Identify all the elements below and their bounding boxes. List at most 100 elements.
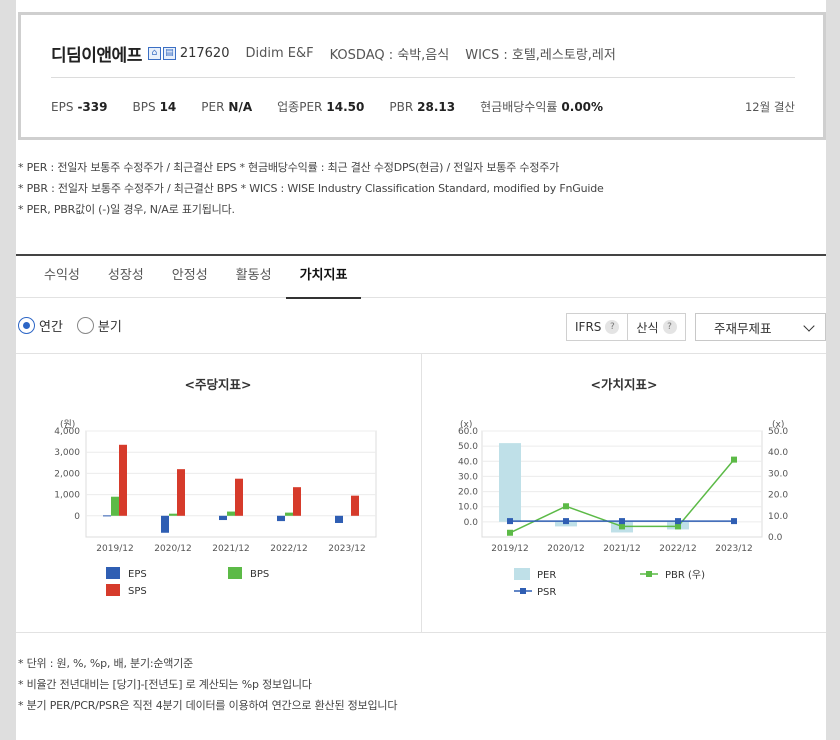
legend-label: PBR (우) [665, 569, 705, 581]
bar-bps [285, 512, 293, 516]
point-psr [675, 518, 681, 525]
point-pbr [731, 456, 737, 463]
header-divider [51, 77, 795, 78]
definition-notes: * PER : 전일자 보통주 수정주가 / 최근결산 EPS * 현금배당수익… [18, 157, 604, 220]
x-tick-label: 2022/12 [659, 544, 696, 554]
company-wics: WICS : 호텔,레스토랑,레저 [465, 48, 616, 63]
point-pbr [619, 523, 625, 530]
y-axis-unit: (원) [60, 419, 75, 430]
legend-swatch [646, 571, 652, 577]
unit-notes: * 단위 : 원, %, %p, 배, 분기:순액기준 * 비율간 전년대비는 … [18, 653, 397, 716]
metric-pbr: PBR 28.13 [389, 99, 456, 114]
help-icon[interactable]: ? [662, 320, 677, 334]
bar-sps [351, 495, 359, 516]
radio-quarter-label: 분기 [97, 320, 122, 335]
bar-eps [103, 515, 111, 517]
y-tick-label: 1,000 [54, 491, 80, 501]
bar-sps [177, 469, 185, 516]
y-axis-unit-right: (x) [772, 420, 784, 430]
x-tick-label: 2020/12 [547, 544, 584, 554]
metric-eps: EPS -339 [51, 99, 108, 114]
note-line: * 비율간 전년대비는 [당기]-[전년도] 로 계산되는 %p 정보입니다 [18, 678, 312, 691]
x-tick-label: 2020/12 [154, 544, 191, 554]
legend-swatch [106, 567, 120, 579]
metric-per: PER N/A [201, 99, 253, 114]
note-line: * PER : 전일자 보통주 수정주가 / 최근결산 EPS * 현금배당수익… [18, 161, 560, 174]
company-code: 217620 [179, 46, 230, 61]
home-icon[interactable]: ⌂ [147, 47, 161, 60]
point-psr [619, 518, 625, 525]
point-psr [563, 518, 569, 525]
radio-annual[interactable]: 연간 [18, 316, 63, 335]
y-tick-label-left: 0.0 [464, 518, 479, 528]
note-line: * PBR : 전일자 보통주 수정주가 / 최근결산 BPS * WICS :… [18, 182, 604, 195]
metric-bps: BPS 14 [132, 99, 177, 114]
company-header: 디딤이앤에프 ⌂ ▤ 217620 Didim E&F KOSDAQ : 숙박,… [18, 12, 826, 140]
legend-label: PER [537, 570, 556, 581]
company-icons: ⌂ ▤ [147, 47, 176, 60]
y-tick-label-right: 0.0 [768, 533, 783, 543]
company-name: 디딤이앤에프 [51, 46, 142, 66]
bar-eps [277, 515, 285, 522]
bar-bps [111, 496, 119, 516]
ifrs-option[interactable]: IFRS ? [567, 314, 627, 340]
y-tick-label: 2,000 [54, 469, 80, 479]
x-tick-label: 2019/12 [491, 544, 528, 554]
legend-label: SPS [128, 586, 147, 597]
ifrs-label: IFRS [575, 320, 602, 334]
chevron-down-icon [803, 320, 815, 332]
y-tick-label-left: 50.0 [458, 442, 478, 452]
y-tick-label-left: 10.0 [458, 503, 478, 513]
tab-activity[interactable]: 활동성 [222, 256, 286, 297]
y-tick-label: 0 [74, 512, 80, 522]
legend-label: PSR [537, 587, 556, 598]
valuation-chart: 60.050.040.030.020.010.00.050.040.030.02… [458, 420, 788, 598]
y-tick-label-left: 20.0 [458, 488, 478, 498]
tab-valuation[interactable]: 가치지표 [285, 256, 362, 299]
radio-quarter[interactable]: 분기 [76, 316, 122, 335]
statement-select-value: 주재무제표 [714, 320, 772, 336]
bar-eps [335, 515, 343, 523]
report-icon[interactable]: ▤ [162, 47, 176, 60]
legend-swatch [228, 567, 242, 579]
y-tick-label-right: 40.0 [768, 448, 788, 458]
bar-bps [169, 513, 177, 516]
formula-option[interactable]: 산식 ? [627, 314, 684, 340]
bar-sps [235, 478, 243, 516]
radio-quarter-circle[interactable] [76, 317, 94, 334]
company-english-name: Didim E&F [245, 46, 314, 61]
options-box: IFRS ? 산식 ? [566, 313, 686, 341]
help-icon[interactable]: ? [605, 320, 620, 334]
x-tick-label: 2023/12 [715, 544, 752, 554]
tab-growth[interactable]: 성장성 [94, 256, 158, 297]
charts-area: <주당지표> <가치지표> 4,000 3,000 2,000 1,000 0 (원) 20… [16, 353, 826, 633]
y-tick-label-right: 20.0 [768, 491, 788, 501]
legend-label: BPS [250, 569, 269, 580]
bar-sps [119, 444, 127, 516]
per-share-chart: 4,0003,0002,0001,0000(원)2019/12 2020/12 20… [54, 419, 377, 597]
radio-annual-circle[interactable] [18, 317, 35, 334]
point-pbr [507, 529, 513, 536]
bar-sps [293, 487, 301, 516]
note-line: * 단위 : 원, %, %p, 배, 분기:순액기준 [18, 657, 194, 670]
y-tick-label-right: 10.0 [768, 512, 788, 522]
x-tick-label: 2019/12 [96, 544, 133, 554]
tab-profitability[interactable]: 수익성 [30, 256, 94, 297]
x-tick-label: 2023/12 [328, 544, 365, 554]
legend-swatch [514, 568, 530, 580]
x-tick-label: 2021/12 [212, 544, 249, 554]
bar-eps [161, 515, 169, 533]
bar-eps [219, 515, 227, 521]
tab-stability[interactable]: 안정성 [158, 256, 222, 297]
legend-swatch [106, 584, 120, 596]
point-psr [731, 518, 737, 525]
y-axis-unit-left: (x) [460, 420, 472, 430]
company-row: 디딤이앤에프 ⌂ ▤ 217620 Didim E&F KOSDAQ : 숙박,… [51, 41, 616, 66]
statement-select[interactable]: 주재무제표 [695, 313, 826, 341]
metrics-row: EPS -339 BPS 14 PER N/A 업종PER 14.50 PBR 28.13… [51, 98, 795, 115]
y-tick-label-right: 30.0 [768, 469, 788, 479]
plot-area [85, 430, 377, 538]
y-tick-label: 3,000 [54, 448, 80, 458]
company-market: KOSDAQ : 숙박,음식 [329, 48, 450, 63]
bar-per [499, 443, 521, 522]
